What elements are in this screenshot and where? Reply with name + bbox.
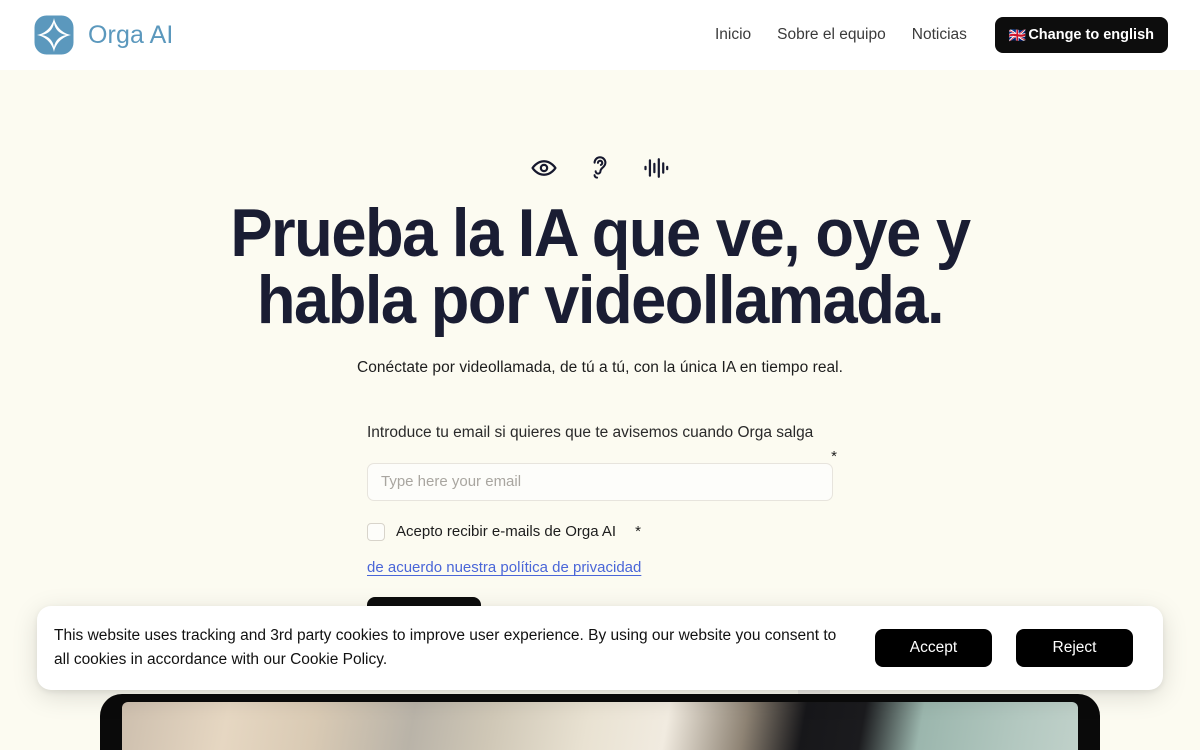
hero-video-frame[interactable]: [100, 694, 1100, 750]
cookie-message: This website uses tracking and 3rd party…: [54, 627, 837, 668]
email-required-marker: *: [831, 447, 837, 465]
nav-link-inicio[interactable]: Inicio: [715, 26, 751, 44]
email-signup-form: Introduce tu email si quieres que te avi…: [367, 421, 837, 635]
cookie-reject-button[interactable]: Reject: [1016, 629, 1133, 667]
change-language-button[interactable]: 🇬🇧 Change to english: [994, 17, 1168, 53]
cookie-consent-banner: This website uses tracking and 3rd party…: [37, 606, 1163, 690]
site-header: Orga AI Inicio Sobre el equipo Noticias …: [0, 0, 1200, 70]
email-field-label: Introduce tu email si quieres que te avi…: [367, 423, 814, 441]
email-input[interactable]: [367, 462, 833, 501]
sparkle-logo-icon: [32, 13, 76, 57]
consent-required-marker: *: [635, 523, 641, 541]
uk-flag-icon: 🇬🇧: [1008, 27, 1027, 43]
eye-icon: [530, 154, 558, 182]
main-navigation: Inicio Sobre el equipo Noticias 🇬🇧 Chang…: [715, 17, 1168, 53]
sense-icon-row: [0, 154, 1200, 182]
consent-label: Acepto recibir e-mails de Orga AI: [396, 523, 617, 541]
email-field-wrapper: *: [367, 449, 837, 501]
change-language-label: Change to english: [1028, 27, 1154, 43]
hero-video-still: [122, 702, 1078, 750]
page-title: Prueba la IA que ve, oye y habla por vid…: [230, 195, 971, 339]
waveform-icon: [642, 154, 670, 182]
consent-row: Acepto recibir e-mails de Orga AI *: [367, 522, 833, 541]
brand-name: Orga AI: [88, 20, 174, 49]
nav-link-sobre-el-equipo[interactable]: Sobre el equipo: [777, 26, 886, 44]
hero-section: Prueba la IA que ve, oye y habla por vid…: [0, 70, 1200, 698]
ear-icon: [586, 154, 614, 182]
nav-link-noticias[interactable]: Noticias: [912, 26, 967, 44]
brand-logo-link[interactable]: Orga AI: [32, 13, 173, 57]
cookie-accept-button[interactable]: Accept: [875, 629, 992, 667]
privacy-policy-link[interactable]: de acuerdo nuestra política de privacida…: [367, 559, 641, 576]
consent-checkbox[interactable]: [367, 522, 385, 541]
cookie-actions: Accept Reject: [875, 629, 1133, 667]
hero-subtitle: Conéctate por videollamada, de tú a tú, …: [356, 358, 844, 376]
